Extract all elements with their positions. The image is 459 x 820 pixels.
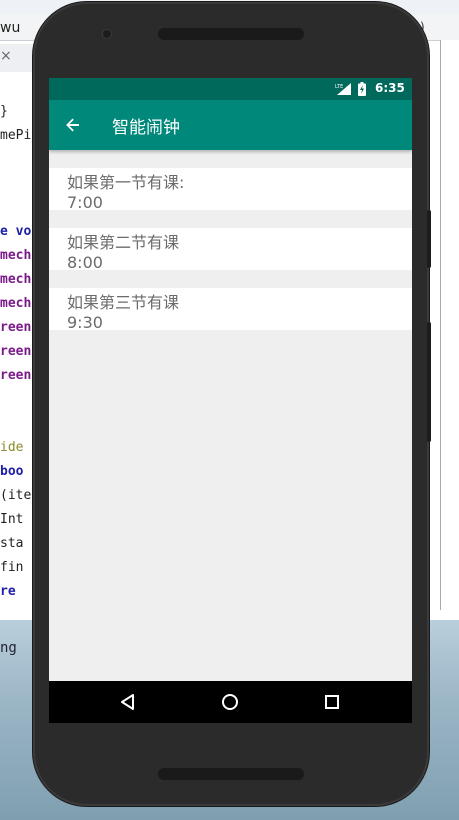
page-title: 智能闹钟 bbox=[112, 118, 180, 138]
svg-text:LTE: LTE bbox=[335, 84, 343, 90]
ide-right-pane bbox=[440, 40, 459, 610]
lte-signal-icon: LTE bbox=[335, 83, 351, 95]
earpiece-speaker bbox=[158, 28, 304, 40]
bottom-speaker bbox=[158, 768, 304, 780]
phone-screen: LTE 6:35 智能闹钟 如果第一节有课: 7:00 如果第二节有课 8:00 bbox=[49, 78, 412, 723]
alarm-label: 如果第一节有课: bbox=[67, 173, 185, 192]
alarm-item-1[interactable]: 如果第一节有课: 7:00 bbox=[49, 168, 412, 210]
arrow-back-icon[interactable] bbox=[63, 115, 83, 135]
volume-button[interactable] bbox=[427, 322, 431, 442]
alarm-item-2[interactable]: 如果第二节有课 8:00 bbox=[49, 228, 412, 270]
navigation-bar bbox=[49, 681, 412, 723]
recents-square-icon[interactable] bbox=[322, 692, 342, 712]
status-time: 6:35 bbox=[375, 81, 405, 95]
battery-charging-icon bbox=[358, 82, 366, 96]
status-bar: LTE 6:35 bbox=[49, 78, 412, 100]
ide-tab-label[interactable]: wu bbox=[0, 20, 20, 36]
app-bar: 智能闹钟 bbox=[49, 100, 412, 150]
back-triangle-icon[interactable] bbox=[118, 692, 138, 712]
alarm-label: 如果第三节有课 bbox=[67, 293, 180, 312]
alarm-time: 8:00 bbox=[67, 254, 103, 270]
front-camera bbox=[102, 29, 112, 39]
ide-console-text: ng bbox=[0, 640, 17, 656]
alarm-time: 9:30 bbox=[67, 314, 103, 330]
alarm-time: 7:00 bbox=[67, 194, 103, 210]
alarm-label: 如果第二节有课 bbox=[67, 233, 180, 252]
alarm-item-3[interactable]: 如果第三节有课 9:30 bbox=[49, 288, 412, 330]
home-circle-icon[interactable] bbox=[220, 692, 240, 712]
power-button[interactable] bbox=[427, 210, 431, 268]
close-icon[interactable]: × bbox=[0, 48, 12, 64]
phone-emulator: LTE 6:35 智能闹钟 如果第一节有课: 7:00 如果第二节有课 8:00 bbox=[33, 2, 431, 806]
